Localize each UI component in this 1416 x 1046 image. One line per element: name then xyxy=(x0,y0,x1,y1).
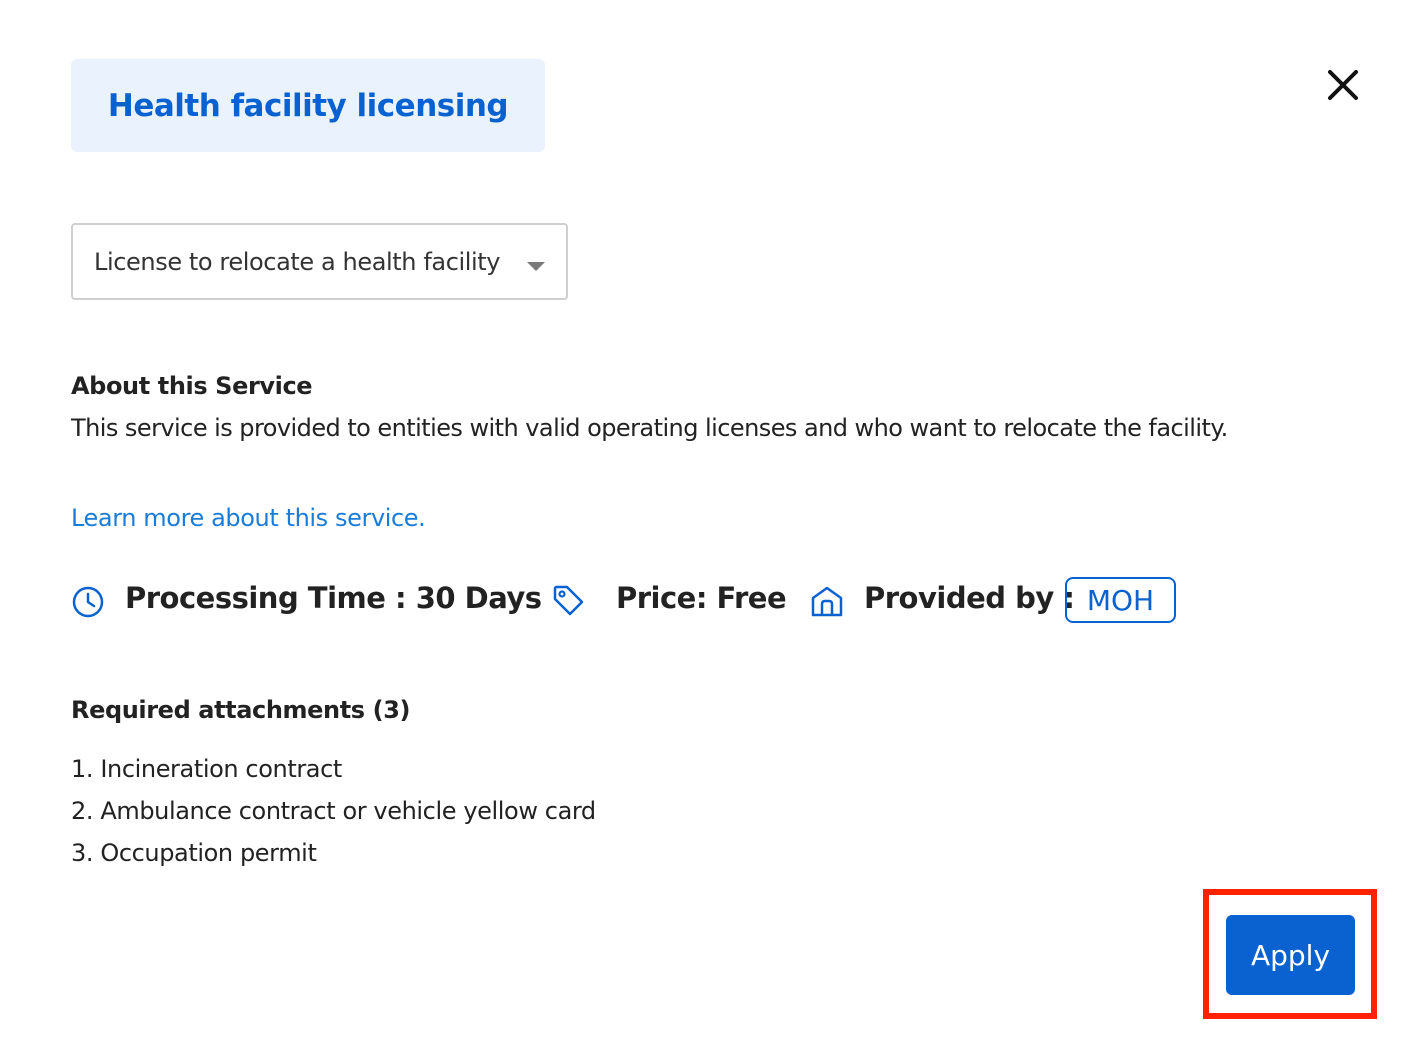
tag-icon xyxy=(552,584,586,618)
service-type-select[interactable]: License to relocate a health facility xyxy=(71,223,568,300)
close-button[interactable] xyxy=(1322,64,1364,106)
price: Price: Free xyxy=(616,581,787,615)
page-title: Health facility licensing xyxy=(107,87,509,124)
about-heading: About this Service xyxy=(71,372,313,400)
page-title-chip: Health facility licensing xyxy=(71,59,545,152)
chevron-down-icon xyxy=(527,262,545,271)
provider-badge: MOH xyxy=(1065,577,1176,623)
service-type-select-value: License to relocate a health facility xyxy=(94,247,501,276)
processing-time: Processing Time : 30 Days xyxy=(125,581,542,615)
close-icon xyxy=(1328,70,1358,100)
building-icon xyxy=(810,585,844,619)
apply-button[interactable]: Apply xyxy=(1226,915,1355,995)
list-item: 3. Occupation permit xyxy=(71,839,317,867)
attachments-list: 1. Incineration contract 2. Ambulance co… xyxy=(71,754,596,880)
provider-label: Provided by : xyxy=(864,581,1075,615)
about-description: This service is provided to entities wit… xyxy=(71,414,1228,442)
list-item: 2. Ambulance contract or vehicle yellow … xyxy=(71,797,596,825)
list-item: 1. Incineration contract xyxy=(71,755,342,783)
clock-icon xyxy=(71,585,105,619)
learn-more-link[interactable]: Learn more about this service. xyxy=(71,504,426,532)
attachments-heading: Required attachments (3) xyxy=(71,696,411,724)
